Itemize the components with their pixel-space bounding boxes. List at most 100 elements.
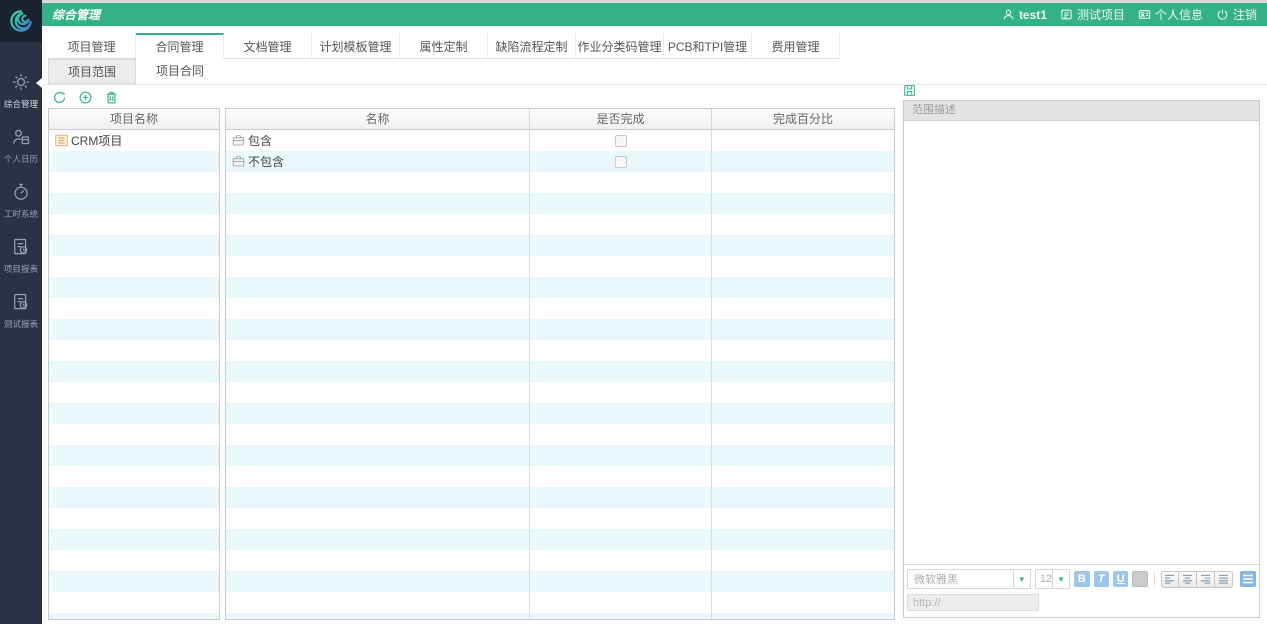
empty-row <box>49 235 219 256</box>
stopwatch-icon <box>11 182 31 202</box>
name-cell <box>226 487 529 508</box>
align-left-icon <box>1164 574 1175 584</box>
completed-cell <box>529 193 711 214</box>
sidebar-item-label: 测试报表 <box>1 317 41 329</box>
refresh-button[interactable] <box>52 90 67 105</box>
briefcase-icon <box>232 155 245 168</box>
empty-row <box>226 214 894 235</box>
tab-4[interactable]: 计划模板管理 <box>312 33 400 59</box>
empty-row <box>49 361 219 382</box>
empty-row <box>226 529 894 550</box>
sidebar-item-label: 工时系统 <box>1 207 41 219</box>
add-button[interactable] <box>78 90 93 105</box>
percent-cell <box>711 319 894 340</box>
person-calendar-icon <box>0 127 42 149</box>
name-cell <box>226 466 529 487</box>
percent-cell <box>711 298 894 319</box>
align-right-button[interactable] <box>1197 571 1215 588</box>
sub-tabs: 项目范围项目合同 <box>42 59 1267 85</box>
align-right-icon <box>1200 574 1211 584</box>
empty-row <box>226 445 894 466</box>
tab-5[interactable]: 属性定制 <box>400 33 488 59</box>
delete-button[interactable] <box>104 90 119 105</box>
sidebar-item-1[interactable]: 综合管理 <box>0 72 42 110</box>
empty-row <box>49 256 219 277</box>
completed-checkbox[interactable] <box>615 156 627 168</box>
current-user[interactable]: test1 <box>1002 8 1047 22</box>
name-cell <box>226 214 529 235</box>
tab-9[interactable]: 费用管理 <box>752 33 840 59</box>
project-cell: CRM项目 <box>49 130 219 151</box>
bold-button[interactable]: B <box>1074 571 1089 587</box>
underline-button[interactable]: U <box>1113 571 1128 587</box>
sidebar-item-4[interactable]: 项目报表 <box>0 237 42 275</box>
profile-icon <box>1138 8 1151 21</box>
empty-row <box>226 361 894 382</box>
page-title: 综合管理 <box>52 6 100 23</box>
scope-row[interactable]: 不包含 <box>226 151 894 172</box>
url-input[interactable] <box>907 594 1039 611</box>
tab-1[interactable]: 项目管理 <box>48 33 136 59</box>
table-toolbar <box>52 90 119 105</box>
subtab-1[interactable]: 项目范围 <box>48 59 136 84</box>
font-size-select[interactable]: 12 ▼ <box>1035 569 1070 589</box>
tab-6[interactable]: 缺陷流程定制 <box>488 33 576 59</box>
main-content: 项目管理合同管理文档管理计划模板管理属性定制缺陷流程定制作业分类码管理PCB和T… <box>42 26 1267 624</box>
app-logo[interactable] <box>0 0 42 42</box>
project-row[interactable]: CRM项目 <box>49 130 219 151</box>
sidebar-item-2[interactable]: 个人日历 <box>0 127 42 165</box>
font-family-select[interactable]: 微软雅黑 ▼ <box>907 569 1031 589</box>
sidebar-item-5[interactable]: 测试报表 <box>0 292 42 330</box>
name-cell <box>226 403 529 424</box>
empty-row <box>226 487 894 508</box>
scope-row[interactable]: 包含 <box>226 130 894 151</box>
save-button[interactable] <box>903 84 916 97</box>
person-calendar-icon <box>11 127 31 147</box>
percent-cell <box>711 487 894 508</box>
completed-checkbox[interactable] <box>615 135 627 147</box>
user-name: test1 <box>1019 8 1047 22</box>
tab-3[interactable]: 文档管理 <box>224 33 312 59</box>
rich-text-editor[interactable] <box>904 121 1259 565</box>
subtab-2[interactable]: 项目合同 <box>136 59 224 84</box>
empty-row <box>226 466 894 487</box>
align-justify-button[interactable] <box>1215 571 1233 588</box>
empty-row <box>226 277 894 298</box>
color-button[interactable] <box>1132 571 1148 587</box>
percent-cell <box>711 277 894 298</box>
project-table-header: 项目名称 <box>49 109 219 130</box>
name-cell: 包含 <box>226 130 529 151</box>
completed-cell <box>529 382 711 403</box>
completed-cell <box>529 571 711 592</box>
completed-cell <box>529 361 711 382</box>
completed-cell <box>529 256 711 277</box>
empty-row <box>49 382 219 403</box>
header-link-1[interactable]: 测试项目 <box>1060 6 1125 23</box>
project-table: 项目名称 CRM项目 <box>48 108 220 620</box>
tab-2[interactable]: 合同管理 <box>136 33 224 59</box>
chevron-down-icon[interactable]: ▼ <box>1052 570 1069 588</box>
document-icon <box>1060 8 1073 21</box>
name-cell <box>226 424 529 445</box>
chevron-down-icon[interactable]: ▼ <box>1013 570 1030 588</box>
name-cell <box>226 319 529 340</box>
insert-table-button[interactable] <box>1240 571 1256 587</box>
align-left-button[interactable] <box>1161 571 1179 588</box>
name-cell <box>226 571 529 592</box>
report-icon <box>11 237 31 257</box>
empty-row <box>226 403 894 424</box>
empty-row <box>226 550 894 571</box>
main-tabs: 项目管理合同管理文档管理计划模板管理属性定制缺陷流程定制作业分类码管理PCB和T… <box>48 33 840 59</box>
name-cell <box>226 235 529 256</box>
tab-8[interactable]: PCB和TPI管理 <box>664 33 752 59</box>
header-link-3[interactable]: 注销 <box>1216 6 1257 23</box>
name-cell <box>226 529 529 550</box>
sidebar-item-3[interactable]: 工时系统 <box>0 182 42 220</box>
header-link-label: 注销 <box>1233 6 1257 23</box>
italic-button[interactable]: T <box>1094 571 1109 587</box>
delete-icon <box>104 90 119 105</box>
align-center-button[interactable] <box>1179 571 1197 588</box>
tab-7[interactable]: 作业分类码管理 <box>576 33 664 59</box>
header-link-2[interactable]: 个人信息 <box>1138 6 1203 23</box>
empty-row <box>226 382 894 403</box>
